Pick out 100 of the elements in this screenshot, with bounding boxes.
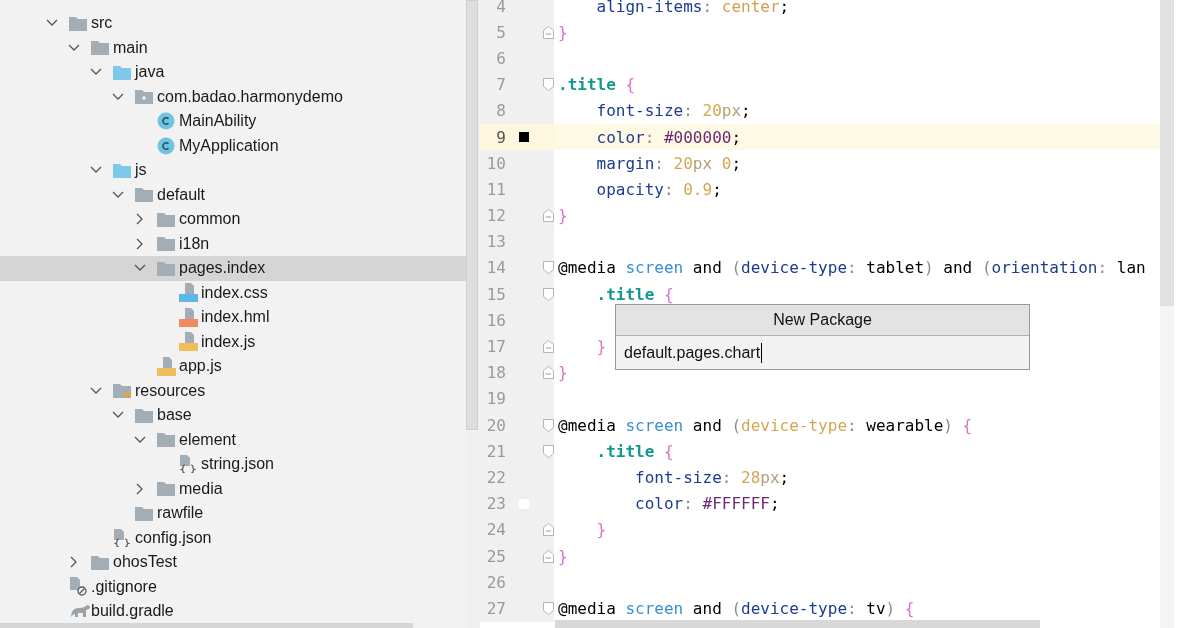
tree-item[interactable]: media	[0, 476, 466, 501]
tree-item[interactable]: config.json	[0, 525, 466, 550]
line-number: 18	[485, 363, 506, 383]
folder-icon	[157, 432, 175, 448]
line-number: 5	[495, 22, 506, 42]
chevron-down-icon[interactable]	[46, 19, 58, 28]
line-number: 24	[485, 520, 506, 540]
tree-item[interactable]: common	[0, 207, 466, 232]
tree-item[interactable]: i18n	[0, 231, 466, 256]
tree-item[interactable]: MainAbility	[0, 109, 466, 134]
fold-icon[interactable]	[543, 287, 554, 301]
tree-item[interactable]: pages.index	[0, 256, 466, 281]
tree-item[interactable]: index.js	[0, 329, 466, 354]
folder-icon	[91, 554, 109, 570]
js-file-icon	[179, 332, 198, 352]
chevron-right-icon[interactable]	[136, 237, 144, 250]
fold-icon[interactable]	[543, 261, 554, 275]
fold-icon[interactable]	[543, 601, 554, 615]
folder-icon	[113, 162, 131, 178]
fold-icon[interactable]	[543, 340, 554, 354]
code-line: font-size: 20px;	[595, 101, 751, 121]
scrollbar-thumb[interactable]	[555, 620, 1040, 628]
code-line: .title {	[595, 284, 674, 304]
input-field[interactable]: default.pages.chart	[616, 336, 1029, 370]
tree-item[interactable]: index.css	[0, 280, 466, 305]
folder-icon	[135, 505, 153, 521]
chevron-right-icon[interactable]	[70, 556, 78, 569]
fold-icon[interactable]	[543, 366, 554, 380]
line-number: 23	[485, 494, 506, 514]
chevron-down-icon[interactable]	[68, 43, 80, 52]
fold-icon[interactable]	[543, 549, 554, 563]
tree-item[interactable]: resources	[0, 378, 466, 403]
tree-item[interactable]: element	[0, 427, 466, 452]
code-line: align-items: center;	[595, 0, 790, 16]
scrollbar-thumb[interactable]	[0, 623, 413, 628]
fold-icon[interactable]	[543, 209, 554, 223]
tree-item[interactable]: default	[0, 182, 466, 207]
code-line: }	[558, 22, 568, 42]
tree-item[interactable]: build.gradle	[0, 599, 466, 624]
fold-icon[interactable]	[543, 444, 554, 458]
line-number: 10	[485, 153, 506, 173]
line-number: 9	[495, 127, 506, 147]
tree-item[interactable]: .gitignore	[0, 574, 466, 599]
tree-item[interactable]: java	[0, 60, 466, 85]
fold-icon[interactable]	[543, 418, 554, 432]
chevron-down-icon[interactable]	[134, 264, 146, 273]
tree-item[interactable]: rawfile	[0, 501, 466, 526]
chevron-down-icon[interactable]	[112, 92, 124, 101]
line-number: 12	[485, 206, 506, 226]
fold-icon[interactable]	[543, 78, 554, 92]
elephant-icon	[69, 603, 91, 620]
line-number: 21	[485, 441, 506, 461]
package-icon	[135, 89, 153, 105]
tree-item[interactable]: main	[0, 35, 466, 60]
line-number: 7	[495, 75, 506, 95]
tree-item[interactable]: com.badao.harmonydemo	[0, 84, 466, 109]
code-line: }	[558, 363, 568, 383]
line-number: 25	[485, 546, 506, 566]
tree-item[interactable]: js	[0, 158, 466, 183]
tree-item[interactable]: base	[0, 403, 466, 428]
code-line: }	[558, 546, 568, 566]
folder-icon	[69, 15, 87, 31]
code-line: .title {	[595, 441, 674, 461]
code-line: font-size: 28px;	[634, 467, 790, 487]
tree-item[interactable]: app.js	[0, 354, 466, 379]
code-line: @media screen and (device-type: tv) {	[558, 598, 915, 618]
hml-file-icon	[179, 307, 198, 327]
tree-item[interactable]: string.json	[0, 452, 466, 477]
code-line: opacity: 0.9;	[595, 179, 722, 199]
chevron-right-icon[interactable]	[136, 213, 144, 226]
code-line: @media screen and (device-type: tablet) and (orientation: lan	[558, 258, 1146, 278]
code-line: .title {	[558, 75, 636, 95]
chevron-down-icon[interactable]	[112, 190, 124, 199]
fold-icon[interactable]	[543, 523, 554, 537]
tree-item[interactable]: ohosTest	[0, 550, 466, 575]
line-number: 8	[495, 101, 506, 121]
code-line: @media screen and (device-type: wearable) {	[558, 415, 973, 435]
chevron-down-icon[interactable]	[90, 386, 102, 395]
code-line: color: #000000;	[595, 127, 742, 147]
scrollbar-thumb[interactable]	[1160, 0, 1174, 306]
chevron-down-icon[interactable]	[112, 411, 124, 420]
line-number: 13	[485, 232, 506, 252]
tree-item[interactable]: src	[0, 11, 466, 36]
folder-icon	[157, 236, 175, 252]
scrollbar-thumb[interactable]	[466, 0, 478, 430]
chevron-down-icon[interactable]	[90, 166, 102, 175]
code-line: }	[595, 520, 607, 540]
folder-icon	[113, 383, 131, 399]
code-line: margin: 20px 0;	[595, 153, 742, 173]
line-number: 6	[495, 48, 506, 68]
chevron-right-icon[interactable]	[136, 482, 144, 495]
chevron-down-icon[interactable]	[90, 68, 102, 77]
tree-item[interactable]: index.hml	[0, 305, 466, 330]
line-number: 27	[485, 598, 506, 618]
folder-icon	[113, 64, 131, 80]
tree-item[interactable]: MyApplication	[0, 133, 466, 158]
chevron-down-icon[interactable]	[134, 435, 146, 444]
fold-icon[interactable]	[543, 25, 554, 39]
line-number: 4	[495, 0, 506, 16]
ignore-file-icon	[69, 577, 87, 597]
